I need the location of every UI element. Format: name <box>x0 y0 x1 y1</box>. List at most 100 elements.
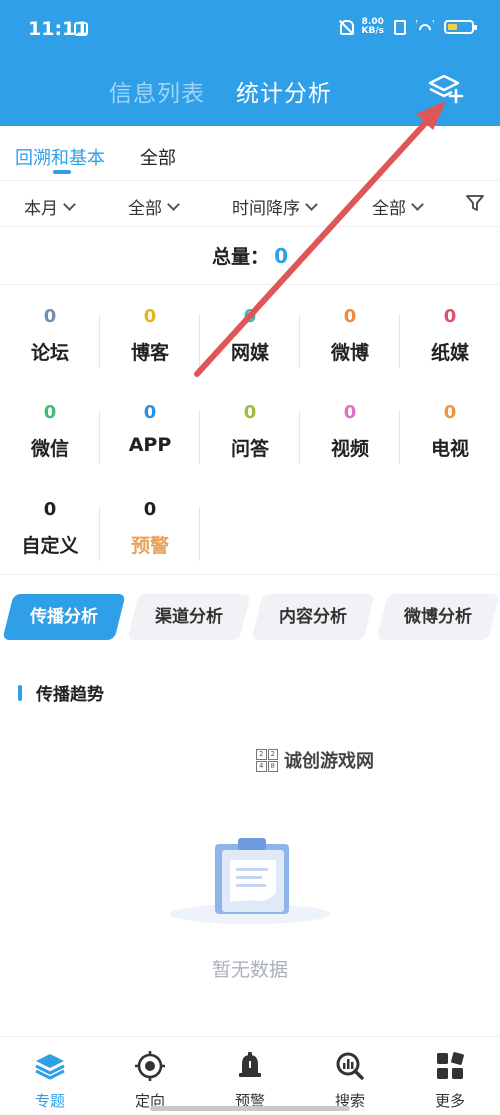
filter-month[interactable]: 本月 <box>24 194 76 219</box>
stat-label: APP <box>128 434 172 456</box>
stat-label: 网媒 <box>230 342 269 364</box>
filter-category[interactable]: 全部 <box>372 194 424 219</box>
stat-cell[interactable]: 0 纸媒 <box>400 290 500 386</box>
network-speed-unit: KB/s <box>361 26 384 36</box>
sim-card-icon <box>74 22 88 36</box>
stat-value: 0 <box>343 306 357 327</box>
stat-label: 微信 <box>30 438 69 460</box>
filter-scope-label: 全部 <box>128 199 162 219</box>
watermark-logo: 2 2 4 8 <box>256 749 278 772</box>
sim-status-icon <box>394 19 406 35</box>
nav-topics-label: 专题 <box>34 1092 65 1110</box>
stat-cell[interactable]: 0 自定义 <box>0 483 100 579</box>
stat-value: 0 <box>43 306 57 327</box>
stat-label: 纸媒 <box>430 342 469 364</box>
channel-stats-grid: 0 论坛 0 博客 0 网媒 0 微博 0 纸媒 0 微信 0 APP 0 问答 0 视频 0 电视 0 自定义 0 预警 <box>0 290 500 575</box>
section-title: 传播趋势 <box>36 685 104 705</box>
battery-icon <box>444 20 477 34</box>
subtab-all[interactable]: 全部 <box>140 144 176 170</box>
total-value: 0 <box>274 244 289 268</box>
stat-cell[interactable]: 0 网媒 <box>200 290 300 386</box>
stat-cell[interactable]: 0 问答 <box>200 386 300 482</box>
subtab-indicator <box>53 170 71 174</box>
divider <box>199 507 200 561</box>
stat-value: 0 <box>243 402 257 423</box>
chevron-down-icon <box>411 197 424 211</box>
chevron-down-icon <box>167 197 180 211</box>
stat-label: 电视 <box>430 438 469 460</box>
filter-month-label: 本月 <box>24 199 58 219</box>
stat-label: 自定义 <box>21 535 79 557</box>
stat-value: 0 <box>143 306 157 327</box>
header-bar: 11:11 8.00 KB/s 信息列表 统计分析 <box>0 0 500 126</box>
app-screen: 11:11 8.00 KB/s 信息列表 统计分析 回溯和基本 全部 本月 全部… <box>0 0 500 1115</box>
stat-label: 视频 <box>330 438 369 460</box>
grid-icon <box>437 1052 464 1079</box>
stat-value: 0 <box>143 402 157 423</box>
analysis-tab-bar: 传播分析 渠道分析 内容分析 微博分析 <box>0 594 500 644</box>
tab-spread-analysis-label: 传播分析 <box>30 607 98 627</box>
status-icons: 8.00 KB/s <box>338 18 477 36</box>
layers-plus-icon[interactable] <box>428 72 466 106</box>
bell-icon <box>239 1052 261 1077</box>
stat-cell[interactable]: 0 视频 <box>300 386 400 482</box>
tab-spread-analysis[interactable]: 传播分析 <box>2 594 126 640</box>
bottom-nav: 专题 定向 预警 搜索 更多 <box>0 1036 500 1115</box>
stat-cell[interactable]: 0 博客 <box>100 290 200 386</box>
tab-channel-analysis-label: 渠道分析 <box>155 607 223 627</box>
tab-channel-analysis[interactable]: 渠道分析 <box>127 594 251 640</box>
stat-label: 博客 <box>130 342 169 364</box>
stat-value: 0 <box>143 499 157 520</box>
watermark-logo-digit: 4 <box>256 761 267 772</box>
filter-bar: 本月 全部 时间降序 全部 <box>0 181 500 227</box>
stat-value: 0 <box>443 306 457 327</box>
stat-value: 0 <box>343 402 357 423</box>
stat-cell[interactable]: 0 微信 <box>0 386 100 482</box>
nav-targeting[interactable]: 定向 <box>100 1051 200 1111</box>
nav-topics[interactable]: 专题 <box>0 1051 100 1111</box>
stat-cell[interactable]: 0 论坛 <box>0 290 100 386</box>
section-header: 传播趋势 <box>18 680 104 705</box>
stat-label: 问答 <box>230 438 269 460</box>
stat-cell[interactable]: 0 预警 <box>100 483 200 579</box>
empty-clipboard-icon <box>170 838 330 924</box>
nav-search[interactable]: 搜索 <box>300 1051 400 1111</box>
stat-value: 0 <box>43 402 57 423</box>
watermark-text: 诚创游戏网 <box>284 751 374 772</box>
nav-alerts[interactable]: 预警 <box>200 1051 300 1111</box>
tab-content-analysis-label: 内容分析 <box>279 607 347 627</box>
watermark-logo-digit: 8 <box>267 761 278 772</box>
wifi-icon <box>416 20 434 34</box>
stat-cell[interactable]: 0 电视 <box>400 386 500 482</box>
target-icon <box>135 1051 165 1081</box>
search-chart-icon <box>336 1052 364 1080</box>
stat-cell[interactable]: 0 微博 <box>300 290 400 386</box>
filter-sort[interactable]: 时间降序 <box>232 194 318 219</box>
tab-weibo-analysis-label: 微博分析 <box>404 607 472 627</box>
nav-more[interactable]: 更多 <box>400 1051 500 1111</box>
network-speed: 8.00 KB/s <box>362 18 384 36</box>
total-label: 总量： <box>211 246 269 268</box>
tab-statistics[interactable]: 统计分析 <box>236 74 332 108</box>
stat-cell[interactable]: 0 APP <box>100 386 200 482</box>
filter-sort-label: 时间降序 <box>232 199 300 219</box>
stat-label: 预警 <box>130 535 169 557</box>
tab-info-list[interactable]: 信息列表 <box>109 74 205 108</box>
funnel-icon[interactable] <box>465 193 485 213</box>
stat-value: 0 <box>443 402 457 423</box>
sub-tab-bar: 回溯和基本 全部 <box>0 126 500 181</box>
tab-weibo-analysis[interactable]: 微博分析 <box>376 594 500 640</box>
stat-label: 论坛 <box>30 342 69 364</box>
subtab-backtrack-basic[interactable]: 回溯和基本 <box>15 144 105 170</box>
watermark: 2 2 4 8 诚创游戏网 <box>256 747 374 773</box>
status-bar: 11:11 8.00 KB/s <box>0 0 500 58</box>
nav-more-label: 更多 <box>434 1092 465 1110</box>
filter-category-label: 全部 <box>372 199 406 219</box>
home-indicator[interactable] <box>150 1106 350 1111</box>
watermark-logo-digit: 2 <box>256 749 267 760</box>
filter-scope[interactable]: 全部 <box>128 194 180 219</box>
layers-icon <box>35 1054 65 1080</box>
tab-content-analysis[interactable]: 内容分析 <box>251 594 375 640</box>
stat-value: 0 <box>43 499 57 520</box>
empty-state-text: 暂无数据 <box>211 959 288 981</box>
